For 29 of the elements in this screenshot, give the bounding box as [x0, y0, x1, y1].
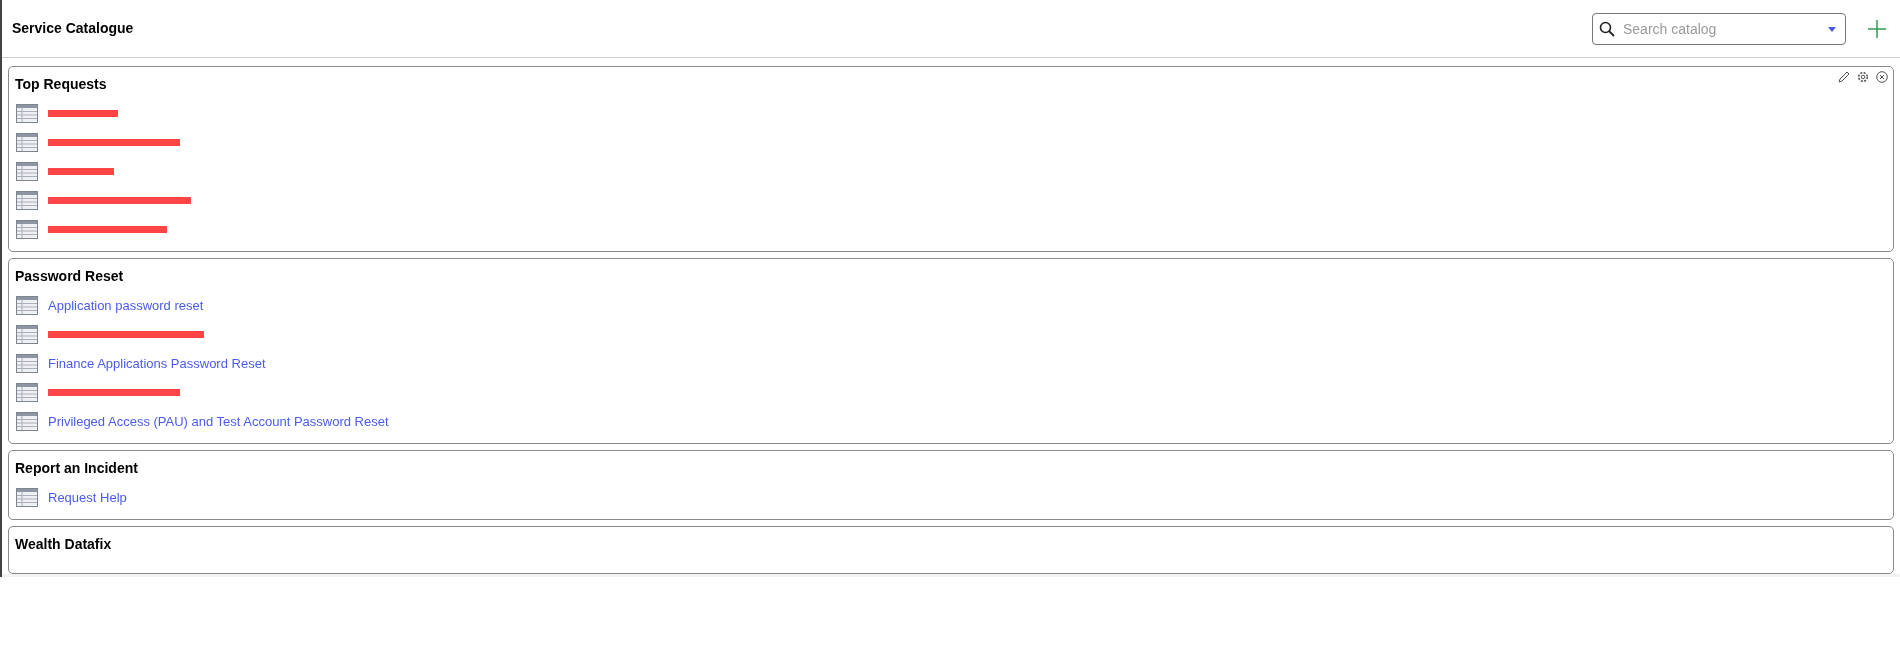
table-icon: [16, 220, 38, 239]
catalog-link[interactable]: Privileged Access (PAU) and Test Account Password Reset: [48, 411, 389, 432]
close-icon[interactable]: [1876, 71, 1888, 83]
table-icon: [16, 325, 38, 344]
pencil-icon[interactable]: [1838, 71, 1850, 83]
table-icon: [16, 412, 38, 431]
table-icon: [16, 488, 38, 507]
caret-icon[interactable]: [1828, 26, 1836, 32]
search-field[interactable]: Search catalog: [1592, 12, 1846, 45]
panel-title: Top Requests: [15, 75, 107, 93]
catalog-link[interactable]: Request Help: [48, 487, 127, 508]
table-icon: [16, 104, 38, 123]
table-icon: [16, 133, 38, 152]
panel-title: Wealth Datafix: [15, 535, 112, 553]
catalog-link[interactable]: Application password reset: [48, 295, 204, 316]
table-icon: [16, 191, 38, 210]
redaction-bar: [48, 168, 114, 175]
plus-icon: [1868, 19, 1886, 38]
redaction-bar: [48, 110, 118, 117]
table-icon: [16, 296, 38, 315]
table-icon: [16, 354, 38, 373]
table-icon: [16, 162, 38, 181]
page-title: Service Catalogue: [12, 19, 134, 38]
table-icon: [16, 383, 38, 402]
search-icon: [1599, 20, 1615, 37]
catalog-link[interactable]: Finance Applications Password Reset: [48, 353, 266, 374]
panel-title: Password Reset: [15, 267, 124, 285]
panel-title: Report an Incident: [15, 459, 138, 477]
settings-icon[interactable]: [1857, 71, 1869, 83]
